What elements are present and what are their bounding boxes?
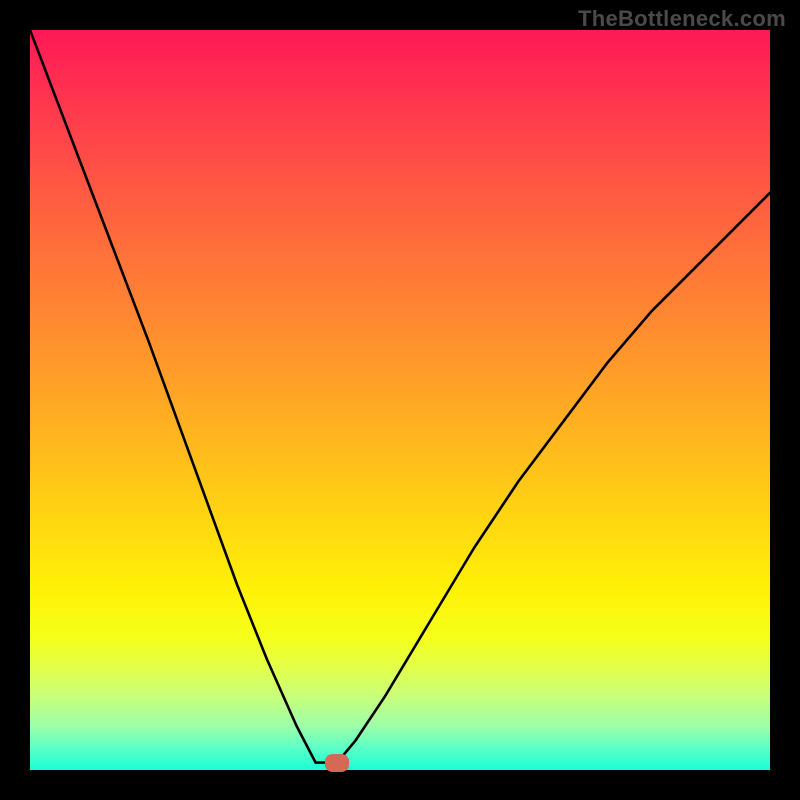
chart-frame: TheBottleneck.com <box>0 0 800 800</box>
watermark-text: TheBottleneck.com <box>578 6 786 32</box>
optimal-point-marker <box>325 754 349 772</box>
bottleneck-curve <box>30 30 770 763</box>
curve-svg <box>30 30 770 770</box>
